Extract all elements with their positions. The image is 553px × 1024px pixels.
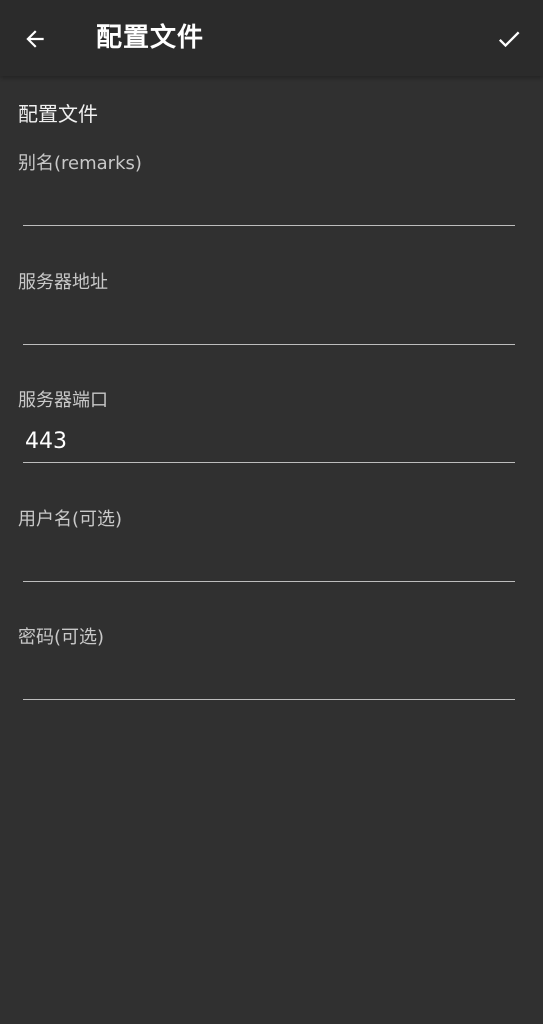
check-icon	[498, 31, 520, 48]
server-address-field: 服务器地址	[0, 271, 543, 381]
arrow-left-icon	[26, 30, 44, 48]
page-title: 配置文件	[96, 23, 205, 53]
remarks-field: 别名(remarks)	[0, 152, 543, 262]
remarks-input[interactable]	[23, 184, 515, 226]
app-bar: 配置文件	[0, 0, 543, 76]
screen: 配置文件 配置文件 别名(remarks) 服务器地址 服务器端口 用户名(可选…	[0, 0, 543, 1024]
confirm-button[interactable]	[488, 18, 530, 60]
server-port-field: 服务器端口	[0, 389, 543, 499]
username-label: 用户名(可选)	[18, 509, 123, 530]
password-field: 密码(可选)	[0, 626, 543, 736]
section-title: 配置文件	[18, 102, 98, 126]
server-address-label: 服务器地址	[18, 272, 108, 293]
server-port-input[interactable]	[23, 421, 515, 463]
username-field: 用户名(可选)	[0, 508, 543, 618]
back-button[interactable]	[14, 18, 56, 60]
server-address-input[interactable]	[23, 303, 515, 345]
username-input[interactable]	[23, 540, 515, 582]
remarks-label: 别名(remarks)	[18, 153, 142, 174]
password-input[interactable]	[23, 658, 515, 700]
password-label: 密码(可选)	[18, 627, 105, 648]
server-port-label: 服务器端口	[18, 390, 108, 411]
